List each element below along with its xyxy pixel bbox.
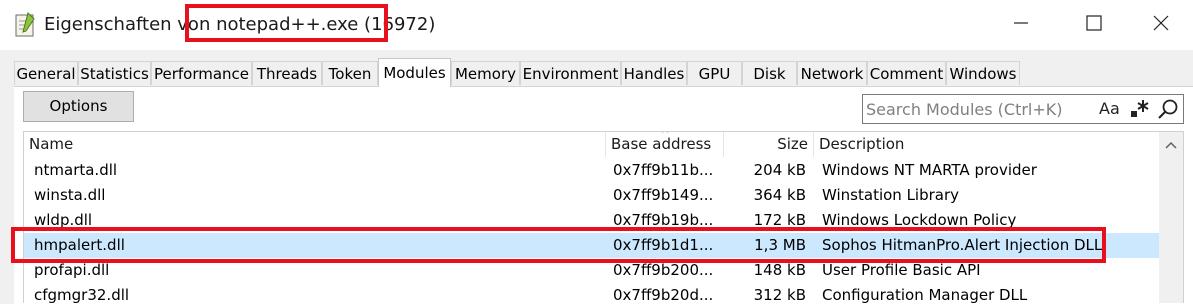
module-base-address: 0x7ff9b149... [613, 186, 714, 204]
module-name: cfgmgr32.dll [34, 286, 130, 303]
close-icon [1153, 15, 1169, 31]
table-row[interactable]: profapi.dll 0x7ff9b200... 148 kB User Pr… [24, 258, 1159, 283]
tab-network[interactable]: Network [797, 61, 867, 85]
module-base-address: 0x7ff9b200... [613, 261, 714, 279]
tab-modules[interactable]: Modules [378, 58, 451, 87]
module-size: 172 kB [753, 211, 806, 229]
module-description: Configuration Manager DLL [822, 286, 1028, 303]
search-input[interactable] [866, 97, 1091, 121]
table-row[interactable]: cfgmgr32.dll 0x7ff9b20d... 312 kB Config… [24, 283, 1159, 303]
list-header: Name Base address Size Description ^ [24, 132, 1159, 157]
search-box: Aa [862, 94, 1184, 124]
tab-performance[interactable]: Performance [151, 61, 252, 85]
minimize-icon [1014, 22, 1028, 24]
column-header-name[interactable]: Name [24, 132, 606, 157]
column-header-description[interactable]: Description [814, 132, 1159, 157]
tab-gpu[interactable]: GPU [687, 61, 742, 85]
tab-environment[interactable]: Environment [520, 61, 621, 85]
maximize-icon [1086, 15, 1102, 31]
module-size: 204 kB [753, 161, 806, 179]
tab-general[interactable]: General [14, 61, 78, 85]
close-button[interactable] [1131, 0, 1193, 46]
table-row[interactable]: wldp.dll 0x7ff9b19b... 172 kB Windows Lo… [24, 208, 1159, 233]
module-name: hmpalert.dll [34, 236, 125, 254]
module-description: Sophos HitmanPro.Alert Injection DLL [822, 236, 1103, 254]
vertical-scrollbar[interactable] [1159, 132, 1183, 303]
module-name: ntmarta.dll [34, 161, 118, 179]
module-base-address: 0x7ff9b11b... [613, 161, 714, 179]
module-name: wldp.dll [34, 211, 93, 229]
table-row-selected[interactable]: hmpalert.dll 0x7ff9b1d1... 1,3 MB Sophos… [24, 233, 1159, 258]
module-size: 364 kB [753, 186, 806, 204]
module-base-address: 0x7ff9b19b... [613, 211, 714, 229]
module-description: User Profile Basic API [822, 261, 981, 279]
tab-windows[interactable]: Windows [946, 61, 1020, 85]
module-name: winsta.dll [34, 186, 106, 204]
maximize-button[interactable] [1058, 0, 1130, 46]
tab-token[interactable]: Token [322, 61, 378, 85]
module-base-address: 0x7ff9b20d... [613, 286, 714, 303]
module-description: Windows NT MARTA provider [822, 161, 1037, 179]
module-size: 312 kB [753, 286, 806, 303]
notepad-app-icon [15, 12, 35, 37]
sort-caret-icon: ^ [661, 131, 670, 140]
window-title-prefix: Eigenschaften von [44, 14, 217, 35]
modules-list: Name Base address Size Description ^ ntm… [23, 131, 1184, 303]
case-sensitive-toggle[interactable]: Aa [1099, 98, 1120, 120]
module-description: Windows Lockdown Policy [822, 211, 1017, 229]
window-title: Eigenschaften von notepad++.exe (16972) [44, 11, 435, 39]
search-icon[interactable] [1157, 98, 1179, 120]
module-description: Winstation Library [822, 186, 960, 204]
module-size: 1,3 MB [754, 236, 806, 254]
table-row[interactable]: winsta.dll 0x7ff9b149... 364 kB Winstati… [24, 183, 1159, 208]
module-base-address: 0x7ff9b1d1... [613, 236, 714, 254]
table-row[interactable]: ntmarta.dll 0x7ff9b11b... 204 kB Windows… [24, 158, 1159, 183]
regex-icon[interactable] [1129, 97, 1151, 121]
options-button[interactable]: Options [23, 91, 134, 122]
column-header-size[interactable]: Size [724, 132, 814, 157]
module-name: profapi.dll [34, 261, 110, 279]
scroll-up-arrow-icon[interactable] [1165, 141, 1177, 149]
window-title-process: notepad++.exe (16972) [216, 14, 436, 35]
tab-comment[interactable]: Comment [867, 61, 946, 85]
minimize-button[interactable] [985, 0, 1057, 46]
tab-statistics[interactable]: Statistics [78, 61, 151, 85]
tab-memory[interactable]: Memory [451, 61, 520, 85]
tab-disk[interactable]: Disk [742, 61, 797, 85]
module-size: 148 kB [753, 261, 806, 279]
title-bar: Eigenschaften von notepad++.exe (16972) [0, 0, 1193, 50]
tab-handles[interactable]: Handles [621, 61, 687, 85]
tab-threads[interactable]: Threads [252, 61, 322, 85]
